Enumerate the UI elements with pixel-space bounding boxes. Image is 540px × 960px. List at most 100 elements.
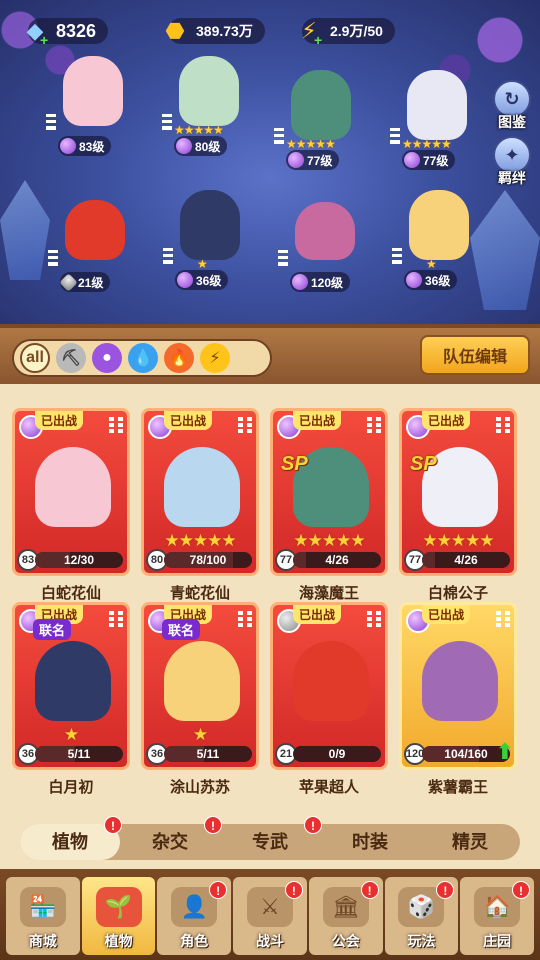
lightning-icon: ⚡ bbox=[209, 350, 221, 367]
grid-icon bbox=[278, 250, 288, 266]
formation-slot-6[interactable]: ★ 36级 bbox=[163, 190, 255, 290]
plant-card[interactable]: 已出战 120 104/160 ⬆ bbox=[399, 602, 517, 770]
plant-icon: 🌱 bbox=[95, 887, 142, 927]
nav-item-1[interactable]: 🌱 植物 bbox=[81, 877, 156, 955]
tab-2[interactable]: 专武! bbox=[220, 816, 322, 860]
purple-element-icon bbox=[288, 152, 304, 168]
nav-item-4[interactable]: 🏛 公会! bbox=[308, 877, 383, 955]
grid-icon bbox=[274, 128, 284, 144]
formation-slot-8[interactable]: ★ 36级 bbox=[392, 190, 484, 290]
hero-level: 36级 bbox=[404, 270, 458, 290]
bond-button[interactable]: ✦ 羁绊 bbox=[490, 136, 534, 188]
plant-card[interactable]: 已出战 联名 ★ 36 5/11 bbox=[141, 602, 259, 770]
plant-portrait bbox=[35, 641, 111, 721]
plant-card[interactable]: 已出战 SP ★★★★★ 77 4/26 bbox=[399, 408, 517, 576]
tab-4[interactable]: 精灵 bbox=[420, 824, 520, 860]
grid-icon bbox=[367, 417, 381, 433]
bond-label: 羁绊 bbox=[498, 170, 526, 186]
grid-icon bbox=[48, 250, 58, 266]
filter-lightning-button[interactable]: ⚡ bbox=[200, 343, 230, 373]
sp-badge: SP bbox=[410, 453, 437, 475]
hero-level: 77级 bbox=[286, 150, 340, 170]
hero-stars: ★★★★★ bbox=[286, 137, 336, 151]
sp-badge: SP bbox=[281, 453, 308, 475]
plant-portrait bbox=[422, 641, 498, 721]
card-stars: ★★★★★ bbox=[293, 531, 365, 550]
plus-icon[interactable]: + bbox=[40, 32, 48, 48]
deployed-banner: 已出战 bbox=[35, 411, 84, 430]
fragment-progress: 5/11 bbox=[35, 746, 123, 762]
card-footer: 80 78/100 bbox=[144, 549, 256, 571]
fragment-count: 78/100 bbox=[189, 553, 227, 567]
grid-icon bbox=[162, 114, 172, 130]
plant-card[interactable]: 已出战 联名 ★ 36 5/11 bbox=[12, 602, 130, 770]
fragment-progress: 4/26 bbox=[293, 552, 381, 568]
formation-slot-5[interactable]: 21级 bbox=[48, 192, 140, 292]
hero-level: 77级 bbox=[402, 150, 456, 170]
filter-purple-button[interactable]: ● bbox=[92, 343, 122, 373]
plant-name: 白月初 bbox=[48, 779, 94, 796]
fire-icon: 🔥 bbox=[169, 350, 189, 367]
coin-counter[interactable]: ⬣ 389.73万 bbox=[158, 14, 265, 48]
filter-gray-button[interactable]: ⛏ bbox=[56, 343, 86, 373]
fragment-count: 0/9 bbox=[328, 747, 346, 761]
nav-item-5[interactable]: 🎲 玩法! bbox=[384, 877, 459, 955]
plant-card[interactable]: 已出战 ★★★★★ 80 78/100 bbox=[141, 408, 259, 576]
fragment-progress: 12/30 bbox=[35, 552, 123, 568]
tab-1[interactable]: 杂交! bbox=[120, 816, 222, 860]
nav-item-2[interactable]: 👤 角色! bbox=[157, 877, 232, 955]
fragment-progress: 78/100 bbox=[164, 552, 252, 568]
plant-name: 紫薯霸王 bbox=[427, 779, 488, 796]
formation-arena: ◆ + 8326 ⬣ 389.73万 ⚡ + 2.9万/50 ↻ 图鉴 ✦ 羁绊… bbox=[0, 0, 540, 325]
fragment-count: 104/160 bbox=[444, 747, 488, 761]
nav-item-6[interactable]: 🏠 庄园! bbox=[460, 877, 535, 955]
nav-label: 商城 bbox=[28, 933, 57, 949]
formation-slot-3[interactable]: ★★★★★ 77级 bbox=[274, 70, 366, 170]
card-footer: 77 4/26 bbox=[402, 549, 514, 571]
plant-portrait bbox=[164, 641, 240, 721]
filter-all-button[interactable]: all bbox=[20, 343, 50, 373]
plant-card[interactable]: 已出战 SP ★★★★★ 77 4/26 bbox=[270, 408, 388, 576]
formation-slot-7[interactable]: 120级 bbox=[278, 192, 370, 292]
purple-element-icon bbox=[60, 138, 76, 154]
plant-card[interactable]: 已出战 21 0/9 bbox=[270, 602, 388, 770]
gem-counter[interactable]: ◆ + 8326 bbox=[18, 14, 109, 48]
nav-item-0[interactable]: 🏪 商城 bbox=[6, 877, 80, 955]
tab-0[interactable]: 植物! bbox=[20, 816, 122, 860]
formation-slot-2[interactable]: ★★★★★ 80级 bbox=[162, 56, 254, 156]
energy-counter[interactable]: ⚡ + 2.9万/50 bbox=[292, 14, 395, 48]
nav-label: 玩法 bbox=[407, 933, 436, 949]
tab-3[interactable]: 时装 bbox=[320, 824, 420, 860]
team-edit-button[interactable]: 队伍编辑 bbox=[420, 335, 530, 375]
fragment-count: 5/11 bbox=[67, 747, 91, 761]
grid-icon bbox=[367, 611, 381, 627]
codex-button[interactable]: ↻ 图鉴 bbox=[490, 80, 534, 132]
hero-portrait bbox=[63, 56, 123, 126]
plant-name: 涂山苏苏 bbox=[169, 779, 230, 796]
purple-element-icon bbox=[177, 272, 193, 288]
plant-portrait bbox=[293, 641, 369, 721]
tab-label: 时装 bbox=[352, 832, 388, 852]
plant-card[interactable]: 已出战 83 12/30 bbox=[12, 408, 130, 576]
formation-slot-1[interactable]: 83级 bbox=[46, 56, 138, 156]
upgrade-arrow-icon[interactable]: ⬆ bbox=[496, 739, 514, 765]
hero-portrait bbox=[180, 190, 240, 260]
filter-water-button[interactable]: 💧 bbox=[128, 343, 158, 373]
grid-icon bbox=[238, 417, 252, 433]
decor-crystal bbox=[0, 180, 50, 280]
nav-label: 公会 bbox=[331, 933, 360, 949]
card-footer: 83 12/30 bbox=[15, 549, 127, 571]
shop-icon: 🏪 bbox=[19, 887, 66, 927]
formation-slot-4[interactable]: ★★★★★ 77级 bbox=[390, 70, 482, 170]
hero-portrait bbox=[409, 190, 469, 260]
element-filters: all ⛏ ● 💧 🔥 ⚡ bbox=[12, 339, 272, 377]
hero-stars: ★ bbox=[197, 257, 208, 271]
filter-fire-button[interactable]: 🔥 bbox=[164, 343, 194, 373]
collab-tag: 联名 bbox=[162, 619, 201, 640]
nav-item-3[interactable]: ⚔ 战斗! bbox=[233, 877, 307, 955]
fragment-count: 4/26 bbox=[454, 553, 478, 567]
plant-panel: all ⛏ ● 💧 🔥 ⚡ 队伍编辑 已出战 83 12/30 白蛇花仙 已出战… bbox=[0, 324, 540, 869]
plus-icon[interactable]: + bbox=[314, 32, 322, 48]
deployed-banner: 已出战 bbox=[293, 411, 342, 430]
hero-level: 36级 bbox=[175, 270, 229, 290]
